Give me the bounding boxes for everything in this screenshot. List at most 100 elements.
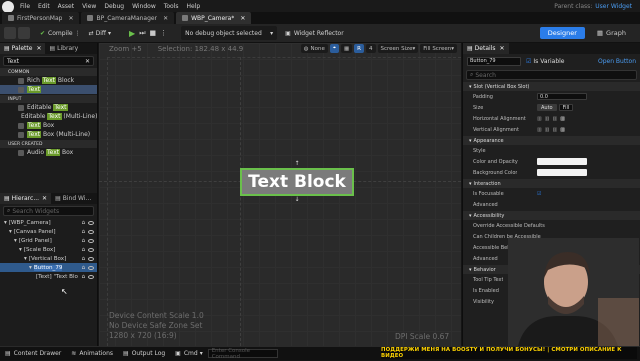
visibility-eye-icon[interactable] <box>88 274 94 279</box>
property-value[interactable]: Auto Fill <box>537 104 574 111</box>
hierarchy-search-input[interactable]: ⌕ Search Widgets <box>3 206 94 216</box>
property-value[interactable] <box>537 169 587 176</box>
selected-button-widget[interactable]: Text Block <box>240 168 354 196</box>
parent-class-value[interactable]: User Widget <box>595 3 632 10</box>
fill-screen-button[interactable]: Fill Screen ▾ <box>420 44 457 53</box>
screen-size-button[interactable]: Screen Size ▾ <box>377 44 419 53</box>
visibility-eye-icon[interactable] <box>88 265 94 270</box>
close-icon[interactable]: ✕ <box>68 15 73 22</box>
menu-item-file[interactable]: File <box>20 3 30 10</box>
menu-item-debug[interactable]: Debug <box>104 3 124 10</box>
tab-hierarchy[interactable]: ▤ Hierarc... ✕ <box>0 193 52 204</box>
property-value[interactable] <box>537 158 587 165</box>
palette-item[interactable]: Audio Text Box <box>0 148 97 157</box>
checkbox-icon[interactable]: ☑ <box>526 58 531 65</box>
close-icon[interactable]: ✕ <box>499 45 504 52</box>
hierarchy-item[interactable]: ▾ [WBP_Camera] ⌂ <box>0 218 97 227</box>
visibility-eye-icon[interactable] <box>88 247 94 252</box>
details-search-input[interactable]: ⌕ Search <box>466 70 637 80</box>
play-icon[interactable]: ▶ <box>129 29 135 38</box>
lock-icon[interactable]: ⌂ <box>81 229 85 235</box>
widget-name-field[interactable]: Button_79 <box>467 56 521 66</box>
close-icon[interactable]: ✕ <box>36 45 41 52</box>
resize-handle-top-icon[interactable]: ↑ <box>293 161 301 167</box>
cmd-dropdown[interactable]: ▣ Cmd ▾ <box>170 347 208 361</box>
lock-icon[interactable]: ⌂ <box>81 256 85 262</box>
details-section-header[interactable]: ▾ Interaction <box>463 179 640 188</box>
palette-item[interactable]: Editable Text <box>0 103 97 112</box>
property-value[interactable]: ☑ <box>537 191 541 197</box>
palette-item[interactable]: Editable Text (Multi-Line) <box>0 112 97 121</box>
lock-icon[interactable]: ⌂ <box>81 265 85 271</box>
browse-icon[interactable] <box>18 27 30 39</box>
snap-value[interactable]: 4 <box>366 44 376 53</box>
visibility-eye-icon[interactable] <box>88 256 94 261</box>
tab-2[interactable]: WBP_Camera* ✕ <box>176 12 252 24</box>
designer-mode-button[interactable]: Designer <box>539 27 585 39</box>
tab-details[interactable]: ▤ Details ✕ <box>463 43 509 54</box>
property-value[interactable]: 0.0 <box>537 93 587 100</box>
widget-reflector-button[interactable]: ▣ Widget Reflector <box>281 26 348 40</box>
lock-icon[interactable]: ⌂ <box>81 238 85 244</box>
color-swatch[interactable] <box>537 169 587 176</box>
tab-palette[interactable]: ▤ Palette ✕ <box>0 43 46 54</box>
palette-category[interactable]: COMMON <box>0 68 97 76</box>
menu-item-asset[interactable]: Asset <box>58 3 74 10</box>
tab-library[interactable]: ▤ Library <box>45 43 82 54</box>
diff-button[interactable]: ⇄ Diff ▾ <box>85 26 115 40</box>
open-button-link[interactable]: Open Button <box>598 58 636 65</box>
stop-icon[interactable]: ■ <box>150 29 157 37</box>
graph-mode-button[interactable]: ▦ Graph <box>589 27 634 39</box>
menu-item-help[interactable]: Help <box>187 3 201 10</box>
hierarchy-item[interactable]: [Text] "Text Blo ⌂ <box>0 272 97 281</box>
grid-toggle[interactable]: ▦ <box>340 44 353 53</box>
align-option-icon[interactable]: ▥ <box>552 116 557 122</box>
localization-button[interactable]: ◍ None <box>300 44 328 53</box>
tab-1[interactable]: BP_CameraManager ✕ <box>81 12 175 24</box>
padding-field[interactable]: 0.0 <box>537 93 587 100</box>
close-icon[interactable]: ✕ <box>42 195 47 202</box>
menu-item-window[interactable]: Window <box>132 3 156 10</box>
size-auto-button[interactable]: Auto <box>537 104 557 111</box>
align-option-icon[interactable]: ▥ <box>545 127 550 133</box>
details-section-header[interactable]: ▾ Accessibility <box>463 211 640 220</box>
details-section-header[interactable]: ▾ Appearance <box>463 136 640 145</box>
expand-arrow-icon[interactable]: ▾ <box>4 220 7 226</box>
hierarchy-item[interactable]: ▾ Button_79 ⌂ <box>0 263 97 272</box>
details-section-header[interactable]: ▾ Slot (Vertical Box Slot) <box>463 82 640 91</box>
menu-item-edit[interactable]: Edit <box>38 3 50 10</box>
console-input[interactable]: Enter Console Command <box>207 348 278 360</box>
lock-icon[interactable]: ⌂ <box>81 274 85 280</box>
align-option-icon[interactable]: ▥ <box>537 116 542 122</box>
expand-arrow-icon[interactable]: ▾ <box>14 238 17 244</box>
tab-bind-widgets[interactable]: ▤ Bind Wi... <box>51 193 95 204</box>
content-drawer-button[interactable]: ▤ Content Drawer <box>0 347 66 361</box>
hierarchy-item[interactable]: ▾ [Grid Panel] ⌂ <box>0 236 97 245</box>
visibility-eye-icon[interactable] <box>88 229 94 234</box>
palette-category[interactable]: USER CREATED <box>0 140 97 148</box>
checkbox-icon[interactable]: ☑ <box>537 191 541 197</box>
menu-item-view[interactable]: View <box>82 3 96 10</box>
lock-icon[interactable]: ⌂ <box>81 247 85 253</box>
menu-item-tools[interactable]: Tools <box>164 3 179 10</box>
color-swatch[interactable] <box>537 158 587 165</box>
step-icon[interactable]: ⏭ <box>139 29 145 38</box>
visibility-eye-icon[interactable] <box>88 238 94 243</box>
designer-canvas[interactable]: Zoom +5 Selection: 182.48 x 44.9 ◍ None … <box>99 43 461 346</box>
align-option-icon[interactable]: ▥ <box>560 116 565 122</box>
save-icon[interactable] <box>4 27 16 39</box>
expand-arrow-icon[interactable]: ▾ <box>19 247 22 253</box>
expand-arrow-icon[interactable]: ▾ <box>29 265 32 271</box>
snap-toggle[interactable]: ⌖ <box>329 44 339 53</box>
tab-0[interactable]: FirstPersonMap ✕ <box>2 12 80 24</box>
r-toggle[interactable]: R <box>354 44 364 53</box>
debug-object-select[interactable]: No debug object selected ▾ <box>181 26 278 40</box>
output-log-button[interactable]: ▤ Output Log <box>118 347 170 361</box>
expand-arrow-icon[interactable]: ▾ <box>9 229 12 235</box>
hierarchy-item[interactable]: ▾ [Scale Box] ⌂ <box>0 245 97 254</box>
hierarchy-item[interactable]: ▾ [Canvas Panel] ⌂ <box>0 227 97 236</box>
close-icon[interactable]: ✕ <box>240 15 245 22</box>
property-value[interactable]: ▥ ▥ ▥ ▥ <box>537 127 568 133</box>
compile-button[interactable]: ✔ Compile ⋮ <box>36 26 85 40</box>
size-fill-button[interactable]: Fill <box>558 104 574 111</box>
